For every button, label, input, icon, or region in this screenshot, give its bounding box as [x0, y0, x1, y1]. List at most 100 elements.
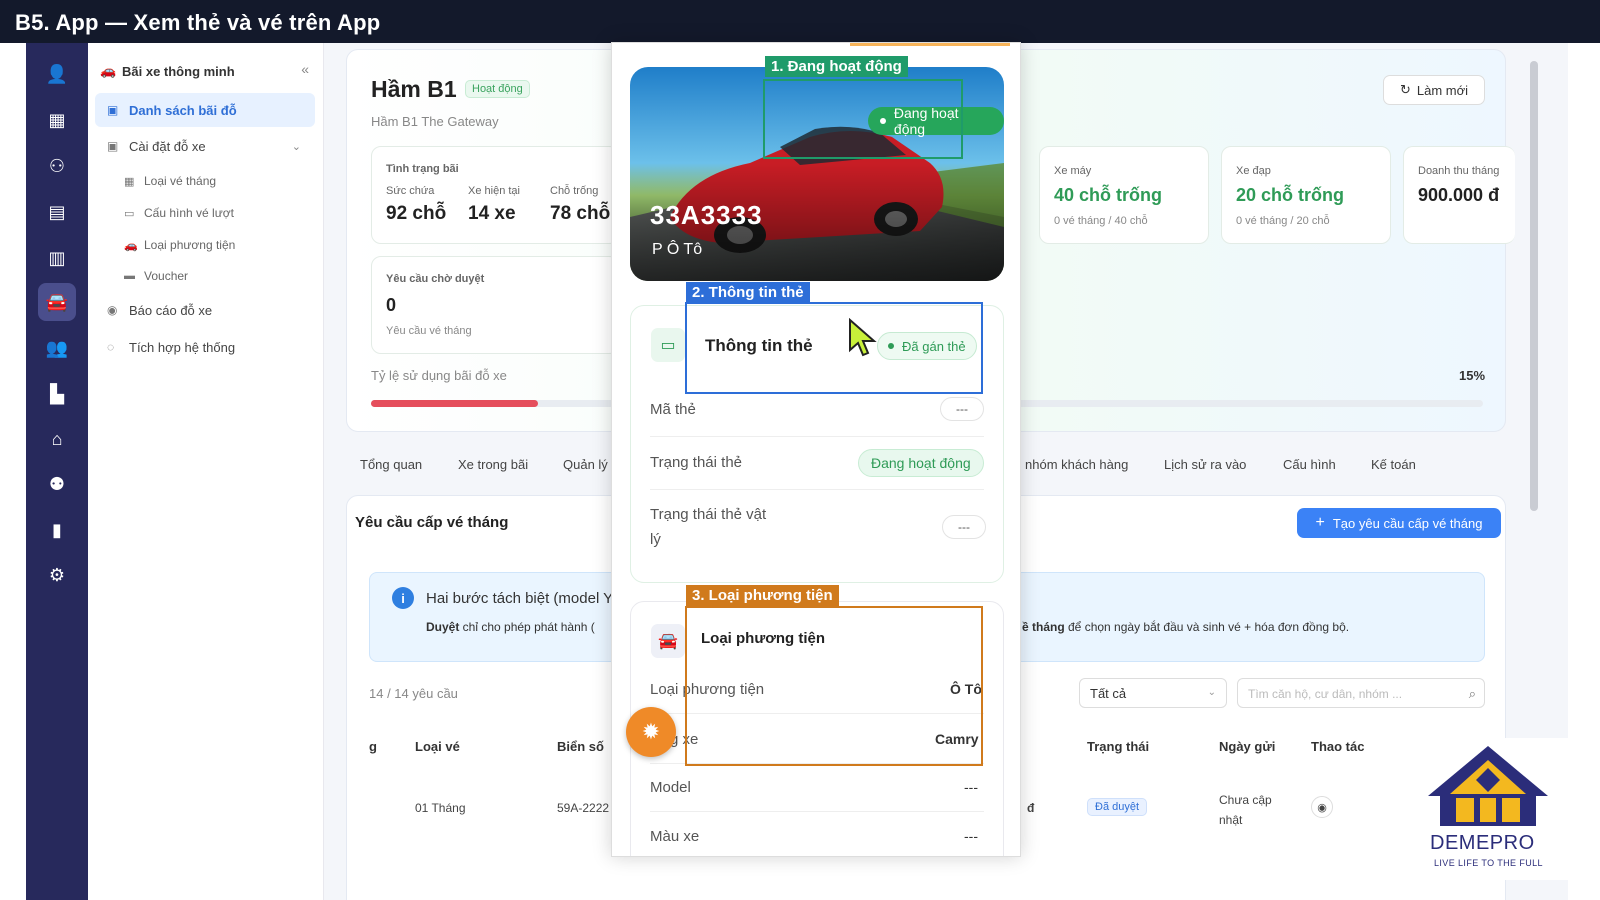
sidebar-subitem-label: Voucher [144, 269, 189, 283]
sidebar-item-parking-report[interactable]: ◉ Báo cáo đỗ xe [95, 293, 315, 327]
bicycle-label: Xe đạp [1236, 165, 1271, 177]
card-id-label: Mã thẻ [650, 401, 696, 418]
phone-top-accent [850, 43, 1010, 46]
sidebar-subitem-label: Loại phương tiện [144, 238, 236, 252]
brand-logo: DEMEPRO LIVE LIFE TO THE FULL [1408, 738, 1568, 880]
users-icon[interactable]: 👥 [38, 329, 76, 367]
column-header-action: Thao tác [1311, 739, 1365, 754]
sidebar-item-integration[interactable]: ◌ Tích hợp hệ thống [95, 330, 315, 364]
calculator-icon[interactable]: ▤ [38, 193, 76, 231]
physical-card-status-label: Trạng thái thẻ vật [650, 506, 767, 523]
tab-vehicles-in-lot[interactable]: Xe trong bãi [458, 457, 528, 472]
building-icon[interactable]: ▦ [38, 101, 76, 139]
create-request-button[interactable]: + Tạo yêu cầu cấp vé tháng [1297, 508, 1501, 538]
cell-status-badge: Đã duyệt [1087, 798, 1148, 816]
filter-select[interactable]: Tất cả ⌄ [1079, 678, 1227, 708]
info-text-left: Duyệt chỉ cho phép phát hành ( [426, 620, 595, 634]
sidebar-subitem-vehicle-type[interactable]: 🚗 Loại phương tiện [124, 238, 235, 252]
vehicle-model-value: --- [964, 779, 978, 795]
chevron-down-icon: ⌄ [291, 140, 301, 153]
capacity-value: 92 chỗ [386, 203, 447, 224]
empty-value: 78 chỗ [550, 203, 611, 224]
person-icon[interactable]: ⚉ [38, 465, 76, 503]
revenue-box: Doanh thu tháng 900.000 đ [1403, 146, 1515, 244]
refresh-icon: ↻ [1399, 82, 1411, 97]
revenue-label: Doanh thu tháng [1418, 165, 1500, 177]
car-icon[interactable]: 🚘 [38, 283, 76, 321]
card-icon: ▭ [651, 328, 685, 362]
car-icon: 🚗 [124, 239, 138, 252]
ticket-icon: ▭ [124, 207, 135, 220]
mouse-cursor-icon [849, 318, 877, 357]
car-icon: 🚗 [100, 63, 117, 78]
bicycle-note: 0 vé tháng / 20 chỗ [1236, 215, 1330, 227]
clipboard-icon[interactable]: ▥ [38, 239, 76, 277]
parking-icon: ▣ [107, 139, 119, 153]
column-header-status: Trạng thái [1087, 739, 1150, 754]
car-icon: 🚘 [651, 624, 685, 658]
column-header-ticket-type: Loại vé [415, 739, 460, 754]
empty-label: Chỗ trống [550, 185, 599, 197]
info-text: chỉ cho phép phát hành ( [459, 620, 595, 634]
scrollbar-thumb[interactable] [1530, 61, 1538, 511]
sidebar-item-parking-list[interactable]: ▣ Danh sách bãi đỗ [95, 93, 315, 127]
sidebar-subitem-label: Cấu hình vé lượt [144, 206, 234, 220]
flow-icon[interactable]: ⚇ [38, 147, 76, 185]
bug-report-button[interactable]: ✹ [626, 707, 676, 757]
tab-config[interactable]: Cấu hình [1283, 457, 1336, 472]
info-icon: i [392, 587, 414, 609]
search-icon[interactable]: ⌕ [1469, 686, 1476, 702]
tab-accounting[interactable]: Kế toán [1371, 457, 1416, 472]
search-input[interactable]: Tìm căn hộ, cư dân, nhóm ... ⌕ [1237, 678, 1485, 708]
pending-value: 0 [386, 295, 397, 315]
sidebar-header: 🚗 Bãi xe thông minh [100, 63, 310, 79]
tab-overview[interactable]: Tổng quan [360, 457, 422, 472]
house-logo-icon [1428, 746, 1548, 826]
motorbike-value: 40 chỗ trống [1054, 185, 1163, 205]
column-header-date: Ngày gửi [1219, 739, 1276, 754]
cell-ticket-type: 01 Tháng [415, 801, 466, 815]
sidebar-subitem-voucher[interactable]: ▬ Voucher [124, 269, 188, 283]
report-icon: ◉ [107, 303, 118, 317]
sidebar-subitem-ticket-config[interactable]: ▭ Cấu hình vé lượt [124, 206, 234, 220]
refresh-button[interactable]: ↻ Làm mới [1383, 75, 1485, 105]
city-icon[interactable]: ▙ [38, 375, 76, 413]
store-icon[interactable]: ⌂ [38, 420, 76, 458]
status-badge: Hoạt động [465, 80, 530, 98]
current-label: Xe hiện tại [468, 185, 520, 197]
annotation-box-3 [685, 606, 983, 766]
usage-percent: 15% [1459, 368, 1486, 383]
request-title: Yêu cầu cấp vé tháng [355, 514, 509, 531]
cell-plate: 59A-2222 [557, 801, 610, 815]
tab-management[interactable]: Quản lý [563, 457, 608, 472]
pending-note: Yêu cầu vé tháng [386, 325, 472, 337]
divider [650, 436, 984, 437]
cell-date: Chưa cập nhật [1219, 793, 1272, 827]
motorbike-box: Xe máy 40 chỗ trống 0 vé tháng / 40 chỗ [1039, 146, 1209, 244]
tab-access-history[interactable]: Lịch sử ra vào [1164, 457, 1246, 472]
refresh-label: Làm mới [1416, 82, 1469, 98]
capacity-label: Sức chứa [386, 185, 435, 197]
annotation-label-1: 1. Đang hoạt động [765, 56, 908, 77]
usage-label: Tỷ lệ sử dụng bãi đỗ xe [371, 368, 507, 383]
gear-icon[interactable]: ⚙ [38, 556, 76, 594]
sidebar-subitem-monthly-ticket[interactable]: ▦ Loại vé tháng [124, 174, 216, 188]
tab-customer-groups[interactable]: nhóm khách hàng [1025, 457, 1128, 472]
sidebar-header-label: Bãi xe thông minh [122, 63, 235, 79]
sidebar-item-parking-settings[interactable]: ▣ Cài đặt đỗ xe ⌄ [95, 129, 315, 163]
chart-icon[interactable]: ▮ [38, 511, 76, 549]
calendar-icon: ▦ [124, 175, 135, 188]
motorbike-note: 0 vé tháng / 40 chỗ [1054, 215, 1148, 227]
status-box: Tình trạng bãi Sức chứa 92 chỗ Xe hiện t… [371, 146, 619, 244]
physical-card-status-value: --- [942, 515, 986, 539]
info-bold: Duyệt [426, 620, 460, 634]
column-header-partial: g [369, 739, 377, 754]
sidebar: 🚗 Bãi xe thông minh « ▣ Danh sách bãi đỗ ▣… [88, 43, 324, 900]
user-icon[interactable]: 👤 [38, 55, 76, 93]
logo-text: DEMEPRO [1430, 832, 1535, 854]
collapse-icon[interactable]: « [301, 61, 309, 77]
eye-icon[interactable]: ◉ [1311, 796, 1333, 818]
request-count: 14 / 14 yêu cầu [369, 686, 458, 701]
sidebar-subitem-label: Loại vé tháng [144, 174, 217, 188]
status-box-title: Tình trạng bãi [386, 163, 459, 175]
